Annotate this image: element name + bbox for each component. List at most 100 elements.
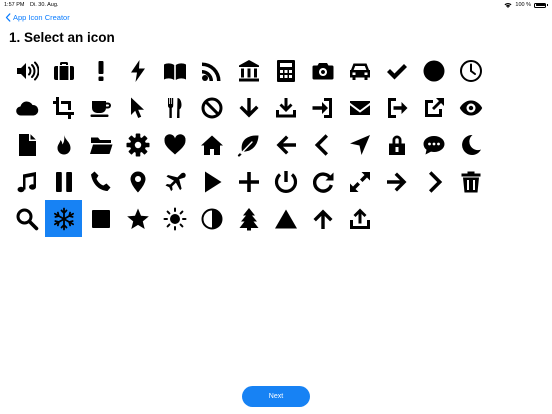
folder-icon [89, 137, 112, 154]
exclamation-icon [98, 60, 103, 81]
status-bar-right: 100 % [504, 2, 548, 8]
clock-icon [459, 59, 482, 82]
icon-option[interactable] [341, 126, 378, 163]
icon-option[interactable] [230, 163, 267, 200]
icon-option[interactable] [452, 89, 489, 126]
icon-option[interactable] [304, 200, 341, 237]
icon-option[interactable] [156, 126, 193, 163]
icon-option[interactable] [304, 163, 341, 200]
icon-option[interactable] [267, 200, 304, 237]
checkmark-icon [386, 63, 407, 79]
icon-grid [8, 52, 489, 237]
icon-option[interactable] [119, 200, 156, 237]
icon-option[interactable] [304, 126, 341, 163]
arrow-right-icon [386, 172, 406, 191]
arrow-down-icon [239, 97, 258, 117]
crop-icon [52, 96, 74, 119]
icon-option[interactable] [156, 200, 193, 237]
icon-option[interactable] [119, 89, 156, 126]
icon-option[interactable] [8, 89, 45, 126]
icon-option[interactable] [8, 52, 45, 89]
icon-option[interactable] [304, 89, 341, 126]
icon-option[interactable] [415, 89, 452, 126]
icon-option[interactable] [82, 52, 119, 89]
icon-option[interactable] [8, 200, 45, 237]
icon-option[interactable] [415, 52, 452, 89]
fire-icon [57, 134, 70, 154]
icon-option[interactable] [193, 200, 230, 237]
icon-option[interactable] [230, 52, 267, 89]
external-link-icon [424, 97, 444, 117]
calculator-icon [276, 59, 295, 82]
icon-option[interactable] [267, 126, 304, 163]
cloud-icon [15, 100, 38, 116]
icon-option[interactable] [45, 126, 82, 163]
next-button[interactable]: Next [242, 386, 310, 407]
coffee-icon [90, 100, 111, 117]
circle-icon [423, 60, 444, 81]
star-icon [126, 208, 149, 229]
leaf-icon [237, 134, 258, 157]
icon-option[interactable] [45, 200, 82, 237]
expand-icon [349, 171, 370, 192]
envelope-icon [349, 100, 370, 115]
icon-option[interactable] [82, 89, 119, 126]
location-arrow-icon [349, 134, 370, 155]
icon-option[interactable] [452, 52, 489, 89]
icon-option[interactable] [378, 163, 415, 200]
icon-option[interactable] [156, 89, 193, 126]
icon-option[interactable] [341, 52, 378, 89]
icon-option[interactable] [378, 89, 415, 126]
icon-option[interactable] [156, 163, 193, 200]
icon-option[interactable] [267, 163, 304, 200]
home-icon [200, 135, 223, 155]
icon-option[interactable] [452, 126, 489, 163]
icon-option[interactable] [45, 89, 82, 126]
icon-option[interactable] [341, 200, 378, 237]
icon-option[interactable] [119, 52, 156, 89]
icon-option[interactable] [304, 52, 341, 89]
icon-option[interactable] [82, 163, 119, 200]
sign-in-icon [312, 97, 332, 118]
snowflake-icon [53, 207, 74, 230]
chevron-left-icon [314, 133, 328, 156]
icon-option[interactable] [230, 89, 267, 126]
icon-option[interactable] [193, 163, 230, 200]
icon-option[interactable] [156, 52, 193, 89]
icon-option[interactable] [8, 126, 45, 163]
status-date: Di. 30. Aug. [30, 2, 59, 8]
arrow-up-icon [313, 209, 332, 229]
icon-option[interactable] [119, 126, 156, 163]
icon-option[interactable] [267, 52, 304, 89]
sign-out-icon [387, 97, 407, 118]
icon-option[interactable] [82, 126, 119, 163]
tree-icon [239, 207, 258, 230]
bank-icon [238, 59, 259, 81]
icon-option[interactable] [230, 200, 267, 237]
icon-option[interactable] [119, 163, 156, 200]
icon-option[interactable] [415, 163, 452, 200]
sun-icon [163, 207, 186, 230]
icon-option[interactable] [45, 52, 82, 89]
icon-option[interactable] [45, 163, 82, 200]
icon-option[interactable] [341, 163, 378, 200]
icon-option[interactable] [82, 200, 119, 237]
contrast-icon [201, 208, 222, 229]
icon-option[interactable] [230, 126, 267, 163]
plus-icon [238, 171, 259, 192]
share-icon [349, 208, 370, 229]
icon-option[interactable] [267, 89, 304, 126]
icon-option[interactable] [452, 163, 489, 200]
phone-icon [90, 171, 110, 191]
eye-icon [459, 100, 482, 115]
icon-option[interactable] [378, 126, 415, 163]
icon-option[interactable] [8, 163, 45, 200]
back-button[interactable]: App Icon Creator [5, 13, 70, 22]
icon-option[interactable] [415, 126, 452, 163]
page-title: 1. Select an icon [9, 30, 115, 45]
icon-option[interactable] [193, 89, 230, 126]
icon-option[interactable] [193, 52, 230, 89]
icon-option[interactable] [341, 89, 378, 126]
icon-option[interactable] [193, 126, 230, 163]
icon-option[interactable] [378, 52, 415, 89]
